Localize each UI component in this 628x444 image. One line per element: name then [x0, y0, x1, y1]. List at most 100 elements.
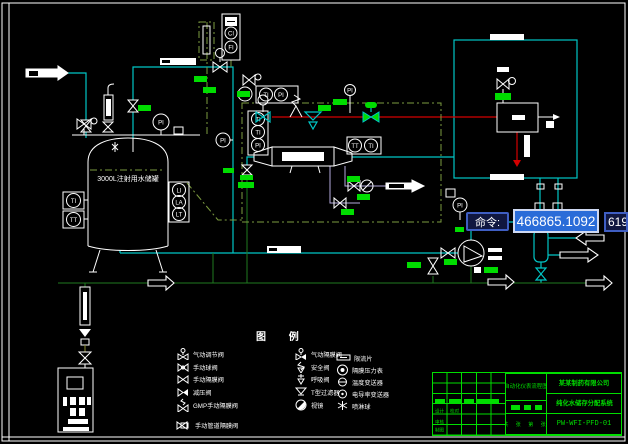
pump-pressure-indicator: PI: [446, 189, 467, 220]
legend-row: 隔膜压力表: [336, 364, 385, 375]
legend-pipeline-diaphragm-valve-icon: [176, 420, 192, 430]
strainer-icon: [305, 112, 321, 120]
title-block-row-label: 设计: [435, 410, 444, 415]
svg-text:TT: TT: [351, 144, 359, 150]
safety-valve-icon: [290, 95, 302, 117]
valve-tag-chip: [223, 168, 234, 173]
valve-tag-chip: [444, 259, 457, 265]
legend-row: 手动隔膜阀: [176, 373, 226, 384]
legend-row: 手动球阀: [176, 361, 219, 372]
valve-tag-chip: [238, 182, 254, 188]
vent-valve-icon: [128, 100, 138, 106]
title-block-grid: [433, 373, 506, 435]
valve-tag-chip: [347, 176, 360, 182]
valve-tag-chip: [495, 93, 511, 100]
valve-tag-chip: [484, 267, 498, 273]
tt-ti-pair: TT TI: [347, 137, 381, 154]
title-block-row-label: 审核: [435, 421, 444, 426]
legend-row: 温度变送器: [336, 376, 385, 387]
title-block-footer-cell: 共 张 第 张: [505, 413, 547, 435]
title-block-chip: [464, 399, 474, 404]
svg-text:TI: TI: [368, 144, 374, 150]
legend-diaphragm-valve-icon: [176, 374, 190, 384]
legend-row: 安全阀: [294, 361, 331, 372]
inlet-flow-arrow: [26, 66, 68, 80]
title-block-chip: [477, 399, 499, 404]
control-valve-icon: [363, 112, 371, 122]
drawing-number: PW-WFI-PFD-01: [557, 420, 612, 428]
cad-viewport[interactable]: 3000L注射用水储罐 PI TI TT LI: [0, 0, 628, 444]
svg-text:TT: TT: [70, 218, 78, 224]
legend-sight-glass-icon: [294, 399, 308, 411]
valve-tag-chip: [203, 87, 216, 93]
legend-row: 电导率变送器: [336, 388, 391, 399]
valve-tag-chip: [138, 105, 151, 111]
process-piping: [68, 40, 584, 283]
legend-row: GMP手动隔膜阀: [176, 399, 240, 410]
legend-t-strainer-icon: [294, 386, 308, 397]
valve-tag-chips: [138, 76, 511, 273]
sheet-title: 自动化仪表流程图: [505, 384, 547, 389]
small-vessel: [534, 230, 548, 280]
legend-pneumatic-control-valve-icon: [176, 348, 190, 360]
title-block-number-cell: PW-WFI-PFD-01: [546, 413, 622, 435]
command-prompt-box[interactable]: 命令:: [466, 212, 509, 231]
supply-arrow-right: [560, 248, 598, 262]
valve-tag-chip: [237, 91, 250, 97]
legend-row: 气动调节阀: [176, 348, 226, 359]
tank-pressure-indicator: PI: [153, 114, 183, 135]
legend-conductivity-transmitter-icon: [336, 389, 349, 399]
system-name: 纯化水储存分配系统: [556, 401, 613, 406]
title-block-row-label: 制图: [435, 429, 444, 434]
svg-text:PI: PI: [255, 144, 261, 150]
tank-label: 3000L注射用水储罐: [97, 174, 158, 183]
title-block-sheet-title-cell: 自动化仪表流程图: [505, 373, 547, 401]
legend-row: 喷淋球: [336, 400, 372, 411]
legend-temp-transmitter-icon: [336, 377, 349, 387]
coordinate-y-input[interactable]: 619: [604, 212, 628, 232]
company-name: 某某制药有限公司: [559, 381, 609, 386]
pneumatic-actuator-icon: [365, 102, 377, 108]
top-manual-valve: [243, 74, 261, 85]
legend-restriction-plate-icon: [336, 353, 351, 362]
legend-pressure-reducing-valve-icon: [176, 387, 190, 397]
red-line-valves: PI: [256, 85, 379, 130]
svg-text:PI: PI: [220, 139, 226, 145]
level-instrument-stack: LI LA LT: [168, 182, 189, 222]
title-block-system-cell: 纯化水储存分配系统: [546, 393, 622, 414]
svg-text:PI: PI: [278, 93, 284, 99]
legend-row: 减压阀: [176, 386, 213, 397]
legend-row: 限流片: [336, 352, 374, 363]
legend-spray-ball-icon: [336, 400, 349, 411]
svg-text:CI: CI: [228, 32, 234, 38]
legend-gmp-diaphragm-valve-icon: [176, 398, 190, 412]
svg-text:LI: LI: [176, 189, 181, 195]
distiller-inlet-valve-icon: [497, 79, 503, 89]
drain-piping: [58, 175, 586, 287]
title-block-chip-row: [505, 400, 547, 414]
return-arrow-left: [576, 231, 604, 245]
drain-arrow-right: [586, 276, 612, 290]
coordinate-x-input[interactable]: 466865.1092: [513, 209, 599, 233]
valve-tag-chip: [194, 76, 207, 82]
legend-breather-valve-icon: [294, 373, 308, 385]
drain-arrow-left: [148, 276, 174, 290]
title-block-chip: [449, 399, 461, 404]
title-block-company-cell: 某某制药有限公司: [546, 373, 622, 394]
drain-arrow-mid: [488, 275, 514, 289]
legend-title: 图 例: [256, 328, 309, 343]
legend-row: T型过滤器: [294, 386, 341, 397]
distiller-unit: [497, 78, 560, 158]
heat-exchanger: [254, 147, 352, 173]
spray-ball-icon: [112, 142, 118, 152]
coordinate-x-value: 466865.1092: [517, 214, 596, 229]
valve-tag-chip: [341, 209, 354, 215]
legend-diaphragm-gauge-icon: [336, 364, 349, 376]
control-cabinet: [58, 368, 93, 432]
he-instrument-stack: TI TI PI: [248, 111, 268, 155]
riser-pressure-indicator: PI: [216, 133, 233, 147]
legend-row: 视镜: [294, 399, 324, 410]
temp-instruments-left: TI TT: [63, 192, 88, 228]
valve-tag-chip: [240, 175, 253, 180]
svg-text:FI: FI: [228, 46, 234, 52]
